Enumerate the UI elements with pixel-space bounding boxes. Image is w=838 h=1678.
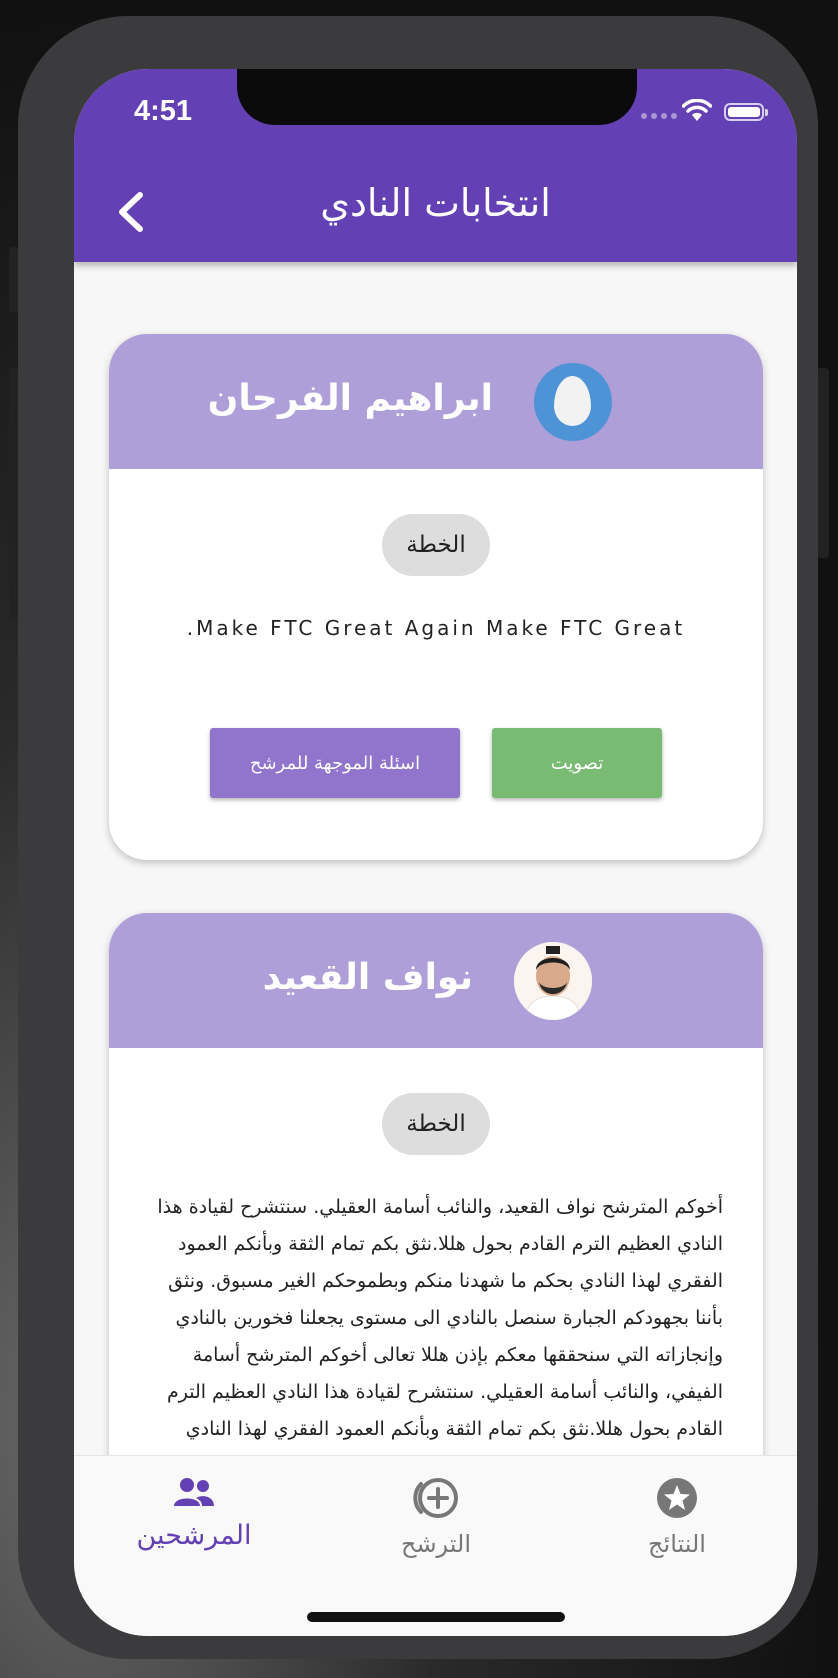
tab-label: النتائج: [648, 1530, 706, 1558]
tab-results[interactable]: النتائج: [577, 1476, 777, 1558]
candidates-list[interactable]: ابراهيم الفرحان الخطة .Make FTC Great Ag…: [74, 262, 797, 1455]
plan-label-chip: الخطة: [382, 514, 490, 576]
candidate-card-header: ابراهيم الفرحان: [109, 334, 763, 469]
device-notch: [237, 69, 637, 125]
candidate-card: نواف القعيد الخطة أخوكم المترشح نواف الق…: [109, 913, 763, 1455]
status-time: 4:51: [134, 95, 193, 127]
cellular-signal-icon: [641, 113, 677, 119]
tab-candidates[interactable]: المرشحين: [94, 1476, 294, 1551]
candidate-name: نواف القعيد: [262, 957, 473, 998]
candidate-card-header: نواف القعيد: [109, 913, 763, 1048]
plan-text: أخوكم المترشح نواف القعيد، والنائب أسامة…: [157, 1196, 723, 1440]
battery-icon: [724, 103, 768, 121]
candidate-photo: [514, 942, 592, 1020]
star-circle-icon: [657, 1478, 697, 1518]
plan-text: .Make FTC Great Again Make FTC Great: [186, 616, 686, 640]
page-title: انتخابات النادي: [320, 181, 551, 225]
phone-frame: 4:51 انتخابات النادي ابراهيم الفرحان الخ…: [18, 16, 818, 1659]
candidate-questions-button[interactable]: اسئلة الموجهة للمرشح: [210, 728, 460, 798]
wifi-icon: [682, 99, 712, 121]
home-indicator[interactable]: [307, 1612, 565, 1622]
app-screen: 4:51 انتخابات النادي ابراهيم الفرحان الخ…: [74, 69, 797, 1636]
vote-button[interactable]: تصويت: [492, 728, 662, 798]
candidate-card: ابراهيم الفرحان الخطة .Make FTC Great Ag…: [109, 334, 763, 860]
phone-side-button: [817, 368, 829, 558]
tab-nominate[interactable]: الترشح: [336, 1476, 536, 1558]
default-avatar: [534, 363, 612, 441]
tab-label: الترشح: [400, 1530, 472, 1558]
candidate-name: ابراهيم الفرحان: [207, 378, 493, 419]
add-circle-icon: [413, 1478, 458, 1518]
tab-label: المرشحين: [136, 1520, 252, 1551]
people-icon: [174, 1478, 214, 1506]
app-header: 4:51 انتخابات النادي: [74, 69, 797, 262]
plan-label-chip: الخطة: [382, 1093, 490, 1155]
bottom-tab-bar: المرشحين الترشح النتائج: [74, 1455, 797, 1636]
